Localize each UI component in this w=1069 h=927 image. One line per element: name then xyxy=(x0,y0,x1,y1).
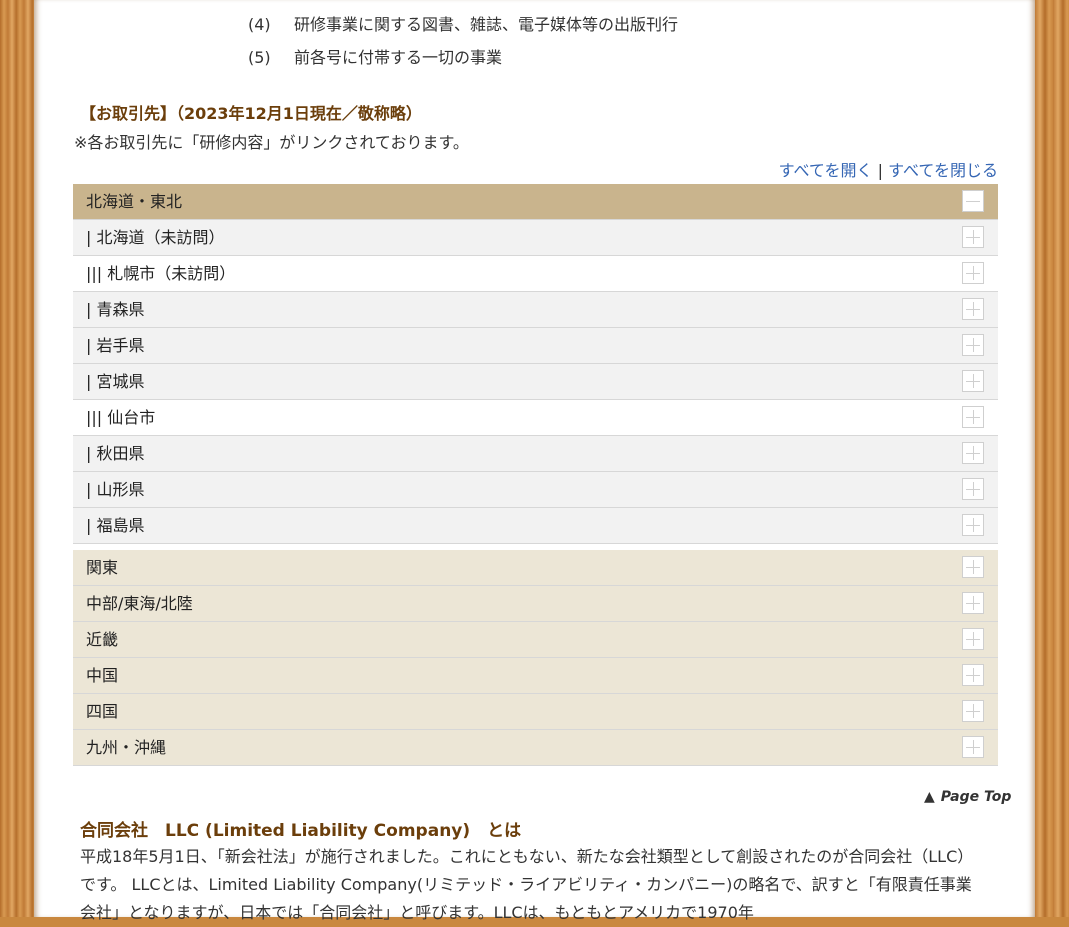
prefecture-label: ||| 仙台市 xyxy=(86,408,156,427)
list-text: 研修事業に関する図書、雑誌、電子媒体等の出版刊行 xyxy=(294,15,679,34)
accordion-hokkaido-tohoku: 北海道・東北 | 北海道（未訪問） ||| 札幌市（未訪問） | 青森県 | 岩手県 |… xyxy=(73,184,998,544)
accordion-controls: すべてを開く | すべてを閉じる xyxy=(779,157,998,181)
llc-body: 平成18年5月1日、「新会社法」が施行されました。これにともない、新たな会社類型… xyxy=(80,847,974,922)
accordion-item[interactable]: | 山形県 xyxy=(73,472,998,508)
accordion-header-region[interactable]: 四国 xyxy=(73,694,998,730)
plus-icon[interactable] xyxy=(962,736,984,758)
accordion-item[interactable]: | 福島県 xyxy=(73,508,998,544)
list-text: 前各号に付帯する一切の事業 xyxy=(294,48,503,67)
accordion-item[interactable]: | 秋田県 xyxy=(73,436,998,472)
plus-icon[interactable] xyxy=(962,442,984,464)
plus-icon[interactable] xyxy=(962,700,984,722)
prefecture-label: | 宮城県 xyxy=(86,372,145,391)
business-list-item: (4) 研修事業に関する図書、雑誌、電子媒体等の出版刊行 xyxy=(248,11,678,35)
controls-separator: | xyxy=(877,161,883,180)
prefecture-label: | 秋田県 xyxy=(86,444,145,463)
accordion-header-region[interactable]: 九州・沖縄 xyxy=(73,730,998,766)
prefecture-label: | 北海道（未訪問） xyxy=(86,228,225,247)
accordion-item[interactable]: ||| 札幌市（未訪問） xyxy=(73,256,998,292)
plus-icon[interactable] xyxy=(962,298,984,320)
prefecture-label: | 岩手県 xyxy=(86,336,145,355)
close-all-link[interactable]: すべてを閉じる xyxy=(888,161,998,180)
page-top-label: Page Top xyxy=(940,789,1012,805)
plus-icon[interactable] xyxy=(962,556,984,578)
clients-heading: 【お取引先】（2023年12月1日現在／敬称略） xyxy=(80,104,422,123)
accordion-item[interactable]: | 宮城県 xyxy=(73,364,998,400)
accordion-item[interactable]: | 岩手県 xyxy=(73,328,998,364)
plus-icon[interactable] xyxy=(962,370,984,392)
minus-icon[interactable] xyxy=(962,190,984,212)
business-list-item: (5) 前各号に付帯する一切の事業 xyxy=(248,44,502,68)
arrow-up-icon: ▲ xyxy=(924,789,935,805)
region-label: 近畿 xyxy=(86,630,119,649)
wood-frame-left xyxy=(0,0,34,917)
region-label: 関東 xyxy=(86,558,119,577)
accordion-header-region[interactable]: 関東 xyxy=(73,550,998,586)
clients-note: ※各お取引先に「研修内容」がリンクされております。 xyxy=(74,133,469,152)
accordion-closed-regions: 関東中部/東海/北陸 近畿中国四国九州・沖縄 xyxy=(73,550,998,766)
plus-icon[interactable] xyxy=(962,262,984,284)
accordion-item[interactable]: ||| 仙台市 xyxy=(73,400,998,436)
prefecture-label: ||| 札幌市（未訪問） xyxy=(86,264,236,283)
accordion-item[interactable]: | 青森県 xyxy=(73,292,998,328)
accordion-header-region[interactable]: 中部/東海/北陸 xyxy=(73,586,998,622)
region-label: 中国 xyxy=(86,666,119,685)
plus-icon[interactable] xyxy=(962,334,984,356)
plus-icon[interactable] xyxy=(962,514,984,536)
plus-icon[interactable] xyxy=(962,478,984,500)
plus-icon[interactable] xyxy=(962,592,984,614)
accordion-header-hokkaido-tohoku[interactable]: 北海道・東北 xyxy=(73,184,998,220)
plus-icon[interactable] xyxy=(962,406,984,428)
region-label: 四国 xyxy=(86,702,119,721)
plus-icon[interactable] xyxy=(962,628,984,650)
open-all-link[interactable]: すべてを開く xyxy=(779,161,873,180)
prefecture-label: | 青森県 xyxy=(86,300,145,319)
prefecture-label: | 福島県 xyxy=(86,516,145,535)
wood-frame-right xyxy=(1035,0,1069,917)
list-number: (5) xyxy=(248,48,271,67)
region-label: 中部/東海/北陸 xyxy=(86,594,193,613)
region-label: 北海道・東北 xyxy=(86,192,183,211)
list-number: (4) xyxy=(248,15,271,34)
page-top-link[interactable]: ▲ Page Top xyxy=(924,789,1011,805)
plus-icon[interactable] xyxy=(962,226,984,248)
accordion-header-region[interactable]: 近畿 xyxy=(73,622,998,658)
region-label: 九州・沖縄 xyxy=(86,738,167,757)
plus-icon[interactable] xyxy=(962,664,984,686)
accordion-header-region[interactable]: 中国 xyxy=(73,658,998,694)
llc-title: 合同会社 LLC (Limited Liability Company) とは xyxy=(80,821,522,841)
prefecture-label: | 山形県 xyxy=(86,480,145,499)
accordion-item[interactable]: | 北海道（未訪問） xyxy=(73,220,998,256)
